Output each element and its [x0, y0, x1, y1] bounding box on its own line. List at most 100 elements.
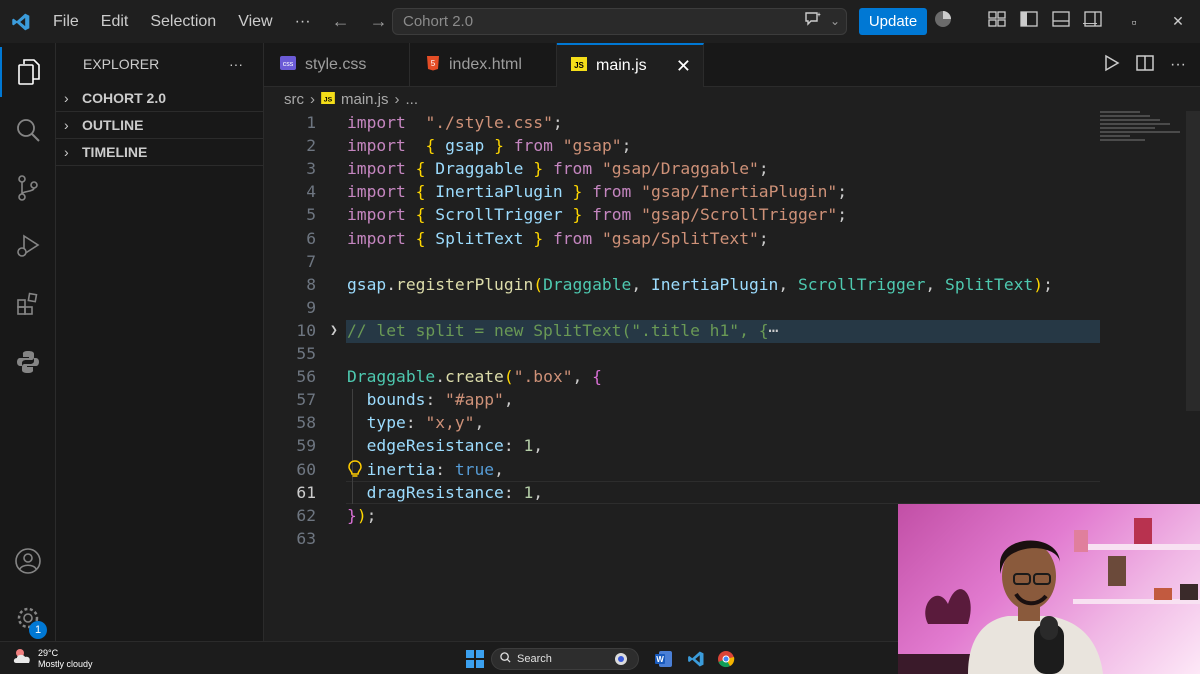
code-line[interactable]: 61 dragResistance: 1,	[264, 481, 1100, 504]
section-cohort[interactable]: › COHORT 2.0	[56, 85, 263, 112]
chevron-right-icon: ›	[64, 144, 69, 160]
title-bar: File Edit Selection View ··· ← → Cohort …	[0, 0, 1200, 43]
code-text: import "./style.css";	[347, 113, 563, 132]
tab-label: style.css	[305, 56, 367, 73]
run-icon[interactable]	[1104, 54, 1120, 77]
line-number: 56	[296, 367, 316, 387]
section-label: COHORT 2.0	[82, 90, 167, 106]
breadcrumb-more[interactable]: ...	[406, 91, 419, 108]
section-timeline[interactable]: › TIMELINE	[56, 139, 263, 166]
line-number: 57	[296, 390, 316, 410]
weather-widget[interactable]: 29°C Mostly cloudy	[12, 647, 93, 670]
code-text: // let split = new SplitText(".title h1"…	[347, 320, 779, 340]
line-number: 3	[306, 159, 316, 179]
chevron-right-icon: ›	[64, 117, 69, 133]
line-number: 55	[296, 344, 316, 363]
code-line[interactable]: 1 import "./style.css";	[264, 111, 1100, 134]
section-outline[interactable]: › OUTLINE	[56, 112, 263, 139]
menu-selection[interactable]: Selection	[139, 0, 227, 43]
code-text: edgeResistance: 1,	[366, 436, 544, 456]
run-debug-icon[interactable]	[0, 221, 56, 271]
word-icon[interactable]: W	[654, 649, 674, 669]
fold-chevron-icon[interactable]: ❯	[330, 319, 338, 342]
chevron-right-icon: ›	[394, 90, 400, 108]
explorer-sidebar: EXPLORER ··· › COHORT 2.0 › OUTLINE › TI…	[56, 43, 264, 641]
line-number: 8	[306, 274, 316, 294]
code-line[interactable]: 8 gsap.registerPlugin(Draggable, InertiaP…	[264, 273, 1100, 296]
svg-text:css: css	[283, 61, 294, 68]
weather-condition: Mostly cloudy	[38, 658, 93, 669]
command-center-search[interactable]: Cohort 2.0 ⌄	[392, 8, 847, 35]
minimize-icon[interactable]: —	[1068, 14, 1112, 30]
html-file-icon: 5	[426, 55, 440, 76]
tab-main-js[interactable]: JS main.js ✕	[557, 43, 704, 87]
python-icon[interactable]	[0, 337, 56, 387]
vscode-taskbar-icon[interactable]	[686, 649, 706, 669]
restore-icon[interactable]: ▫	[1112, 14, 1156, 30]
customize-layout-icon[interactable]	[988, 11, 1006, 32]
chrome-icon[interactable]	[716, 649, 736, 669]
code-line[interactable]: 6 import { SplitText } from "gsap/SplitTe…	[264, 227, 1100, 250]
search-icon[interactable]	[0, 105, 56, 155]
code-line[interactable]: 55	[264, 342, 1100, 365]
line-number: 10	[296, 320, 316, 340]
svg-text:W: W	[656, 655, 664, 664]
code-line[interactable]: 4 import { InertiaPlugin } from "gsap/Ine…	[264, 180, 1100, 203]
line-number: 58	[296, 413, 316, 433]
account-icon[interactable]	[0, 536, 56, 586]
line-number: 5	[306, 205, 316, 225]
tab-index-html[interactable]: 5 index.html	[410, 43, 557, 87]
windows-start-icon[interactable]	[466, 650, 484, 673]
close-tab-icon[interactable]: ✕	[676, 56, 691, 77]
breadcrumb-file[interactable]: main.js	[341, 91, 389, 108]
breadcrumb-folder[interactable]: src	[284, 91, 304, 108]
split-editor-icon[interactable]	[1136, 54, 1154, 77]
svg-text:JS: JS	[324, 96, 333, 103]
explorer-icon[interactable]	[0, 47, 56, 97]
code-line[interactable]: 5 import { ScrollTrigger } from "gsap/Scr…	[264, 203, 1100, 226]
code-line[interactable]: 60 inertia: true,	[264, 458, 1100, 481]
explorer-title: EXPLORER	[83, 56, 160, 72]
line-number: 62	[296, 505, 316, 525]
code-line[interactable]: 58 type: "x,y",	[264, 411, 1100, 434]
code-text: inertia: true,	[366, 459, 504, 479]
tab-label: index.html	[449, 56, 522, 73]
close-window-icon[interactable]: ✕	[1156, 13, 1200, 30]
menu-edit[interactable]: Edit	[90, 0, 140, 43]
menu-file[interactable]: File	[42, 0, 90, 43]
taskbar-search[interactable]: Search	[491, 648, 639, 670]
line-number: 60	[296, 459, 316, 479]
editor-scrollbar[interactable]	[1186, 111, 1200, 411]
explorer-more-icon[interactable]: ···	[229, 56, 243, 72]
toggle-sidebar-icon[interactable]	[1020, 11, 1038, 32]
code-line[interactable]: 10 ❯ // let split = new SplitText(".title …	[264, 319, 1100, 342]
settings-badge: 1	[29, 621, 47, 639]
line-number: 2	[306, 136, 316, 156]
settings-gear-icon[interactable]	[0, 593, 56, 643]
accounts-pie-icon[interactable]	[934, 10, 952, 33]
menu-view[interactable]: View	[227, 0, 283, 43]
chat-icon[interactable]	[804, 11, 822, 31]
code-text: import { gsap } from "gsap";	[347, 136, 632, 156]
line-number: 6	[306, 228, 316, 248]
chevron-down-icon[interactable]: ⌄	[830, 14, 840, 28]
code-line[interactable]: 9	[264, 296, 1100, 319]
code-line[interactable]: 59 edgeResistance: 1,	[264, 434, 1100, 457]
minimap[interactable]	[1100, 111, 1186, 151]
back-arrow-icon[interactable]: ←	[322, 0, 360, 43]
source-control-icon[interactable]	[0, 163, 56, 213]
code-line[interactable]: 57 bounds: "#app",	[264, 388, 1100, 411]
tab-style-css[interactable]: css style.css	[264, 43, 410, 87]
code-text: gsap.registerPlugin(Draggable, InertiaPl…	[347, 274, 1053, 294]
vscode-logo-icon	[0, 0, 42, 43]
more-actions-icon[interactable]: ···	[1170, 56, 1186, 74]
code-line[interactable]: 3 import { Draggable } from "gsap/Draggab…	[264, 157, 1100, 180]
extensions-icon[interactable]	[0, 279, 56, 329]
code-line[interactable]: 7	[264, 250, 1100, 273]
code-line[interactable]: 2 import { gsap } from "gsap";	[264, 134, 1100, 157]
menu-more[interactable]: ···	[284, 0, 322, 43]
update-button[interactable]: Update	[859, 8, 927, 35]
windows-taskbar: 29°C Mostly cloudy Search W	[0, 641, 898, 674]
code-line[interactable]: 56 Draggable.create(".box", {	[264, 365, 1100, 388]
code-text: dragResistance: 1,	[366, 482, 544, 502]
